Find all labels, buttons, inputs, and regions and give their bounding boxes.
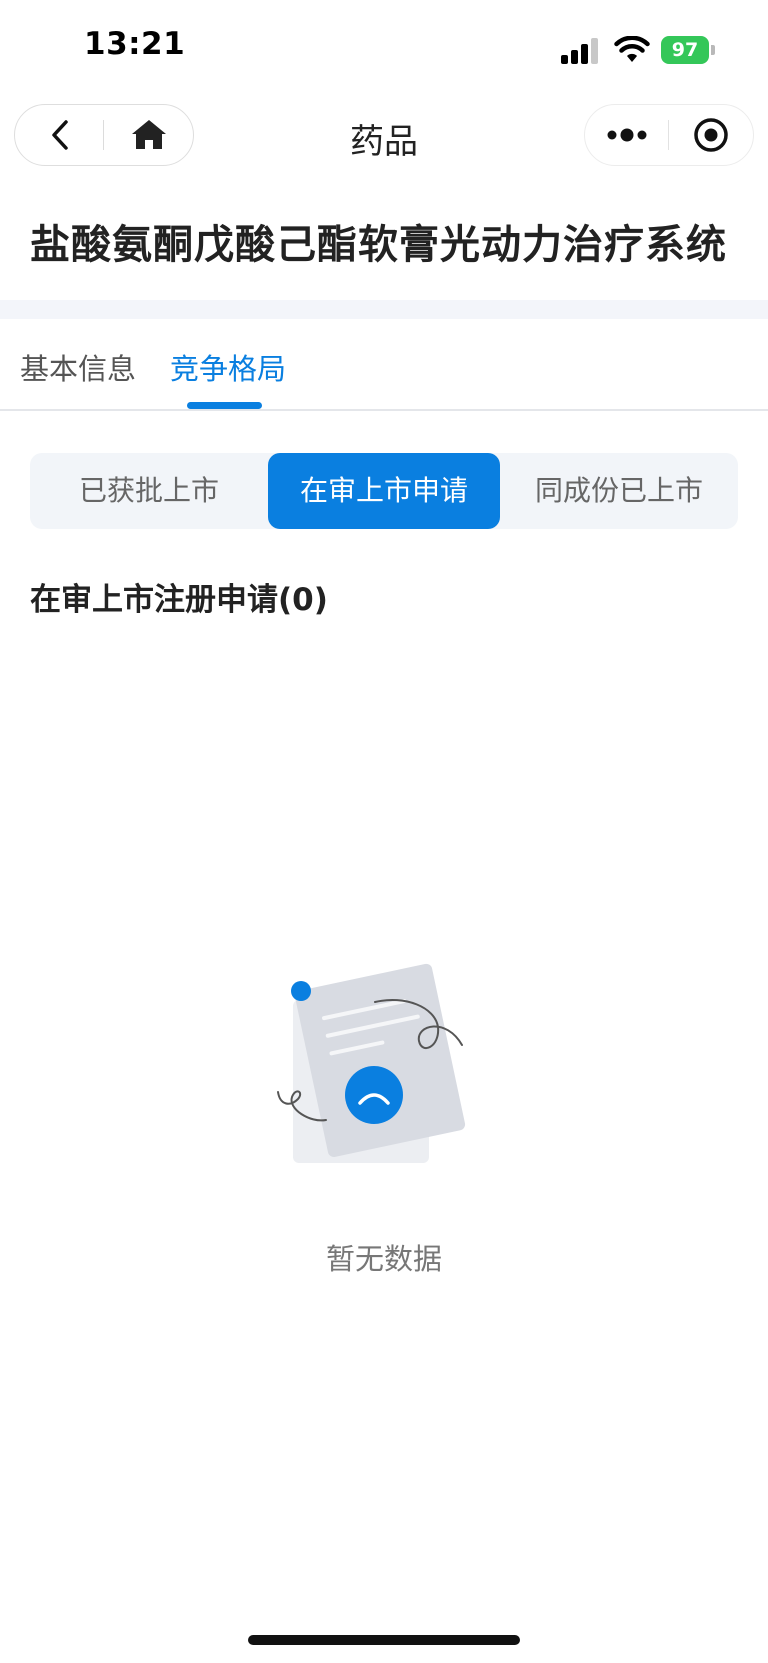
- empty-state-text: 暂无数据: [325, 1242, 442, 1276]
- tab-divider: [0, 409, 768, 411]
- tab-competition[interactable]: 竞争格局: [170, 346, 286, 388]
- more-icon: [607, 128, 647, 142]
- active-tab-indicator: [187, 402, 262, 409]
- more-button[interactable]: [604, 114, 650, 156]
- battery-icon: 97: [661, 36, 715, 64]
- segmented-control: 已获批上市 在审上市申请 同成份已上市: [30, 453, 738, 529]
- battery-percent: 97: [671, 39, 699, 61]
- home-indicator[interactable]: [248, 1635, 520, 1645]
- wifi-icon: [614, 36, 650, 62]
- segment-same-ingredient[interactable]: 同成份已上市: [500, 453, 738, 529]
- segment-approved[interactable]: 已获批上市: [30, 453, 268, 529]
- empty-document-icon: [277, 963, 466, 1163]
- close-miniprogram-button[interactable]: [688, 114, 734, 156]
- section-separator: [0, 300, 768, 319]
- target-icon: [694, 118, 728, 152]
- capsule-divider: [668, 120, 669, 150]
- tab-basic-info[interactable]: 基本信息: [20, 346, 136, 388]
- cellular-signal-icon: [561, 38, 598, 64]
- section-title: 在审上市注册申请(0): [30, 582, 328, 618]
- status-time: 13:21: [84, 26, 186, 62]
- segment-under-review[interactable]: 在审上市申请: [268, 453, 500, 529]
- drug-title: 盐酸氨酮戊酸己酯软膏光动力治疗系统: [30, 222, 727, 268]
